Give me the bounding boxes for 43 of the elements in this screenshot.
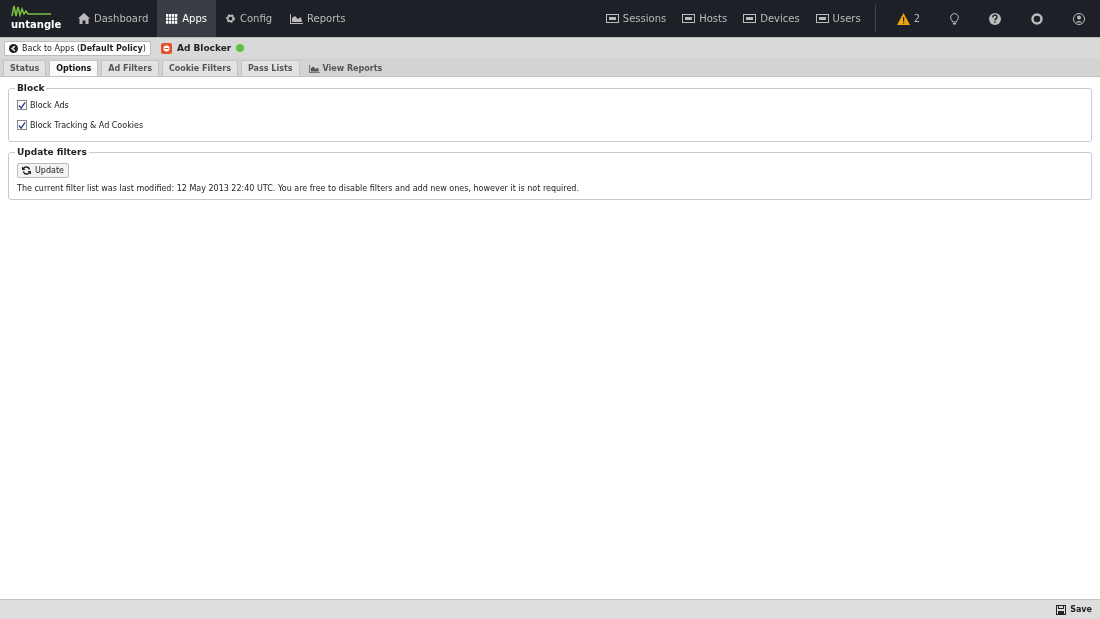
nav-item[interactable]: Reports [281, 0, 355, 37]
wave-icon [11, 4, 51, 18]
nav-item[interactable]: Dashboard [69, 0, 158, 37]
tab[interactable]: Pass Lists [240, 60, 300, 76]
home-icon [78, 13, 90, 24]
update-button[interactable]: Update [17, 163, 69, 178]
app-title: Ad Blocker [176, 43, 232, 53]
save-icon [1056, 604, 1067, 615]
monitor-icon [605, 13, 619, 24]
tab[interactable]: Cookie Filters [161, 60, 238, 76]
checkbox[interactable] [17, 100, 27, 110]
nav-item[interactable]: Config [216, 0, 282, 37]
reports-link[interactable]: View Reports [302, 61, 389, 76]
checkbox[interactable] [17, 120, 27, 130]
save-button[interactable]: Save [1056, 604, 1092, 615]
refresh-icon [22, 166, 31, 175]
nav-item[interactable]: Sessions [597, 0, 675, 37]
nav-item[interactable]: Apps [157, 0, 216, 37]
nav-item[interactable]: Devices [735, 0, 808, 37]
monitor-icon [743, 13, 757, 24]
grid-icon [166, 13, 179, 24]
panel-title: Update filters [16, 147, 88, 157]
back-arrow-icon [9, 43, 18, 53]
nav-item[interactable]: Users [807, 0, 869, 37]
nav-item[interactable]: Hosts [674, 0, 736, 37]
app-icon [160, 42, 172, 54]
warning-icon [896, 12, 910, 25]
info-text: The current filter list was last modified: 12 May 2013 22:40 UTC. You are free to disable filters and add new ones, however it is not required. [17, 184, 580, 193]
checkbox-label: Block Tracking & Ad Cookies [30, 120, 144, 130]
tab[interactable]: Ad Filters [101, 60, 159, 76]
back-button[interactable]: Back to Apps (Default Policy) [4, 40, 151, 56]
settings-icon [225, 13, 236, 24]
monitor-icon [815, 13, 829, 24]
tab[interactable]: Status [3, 60, 47, 76]
tab[interactable]: Options [49, 60, 99, 76]
untangle-logo[interactable]: untangle [0, 0, 69, 37]
monitor-icon [682, 13, 696, 24]
chart-icon [290, 13, 304, 24]
logo-text: untangle [11, 19, 63, 30]
chart-icon [308, 64, 320, 73]
panel-title: Block [16, 83, 46, 93]
alerts-button[interactable]: 2 [881, 0, 935, 37]
checkbox-label: Block Ads [30, 100, 69, 110]
